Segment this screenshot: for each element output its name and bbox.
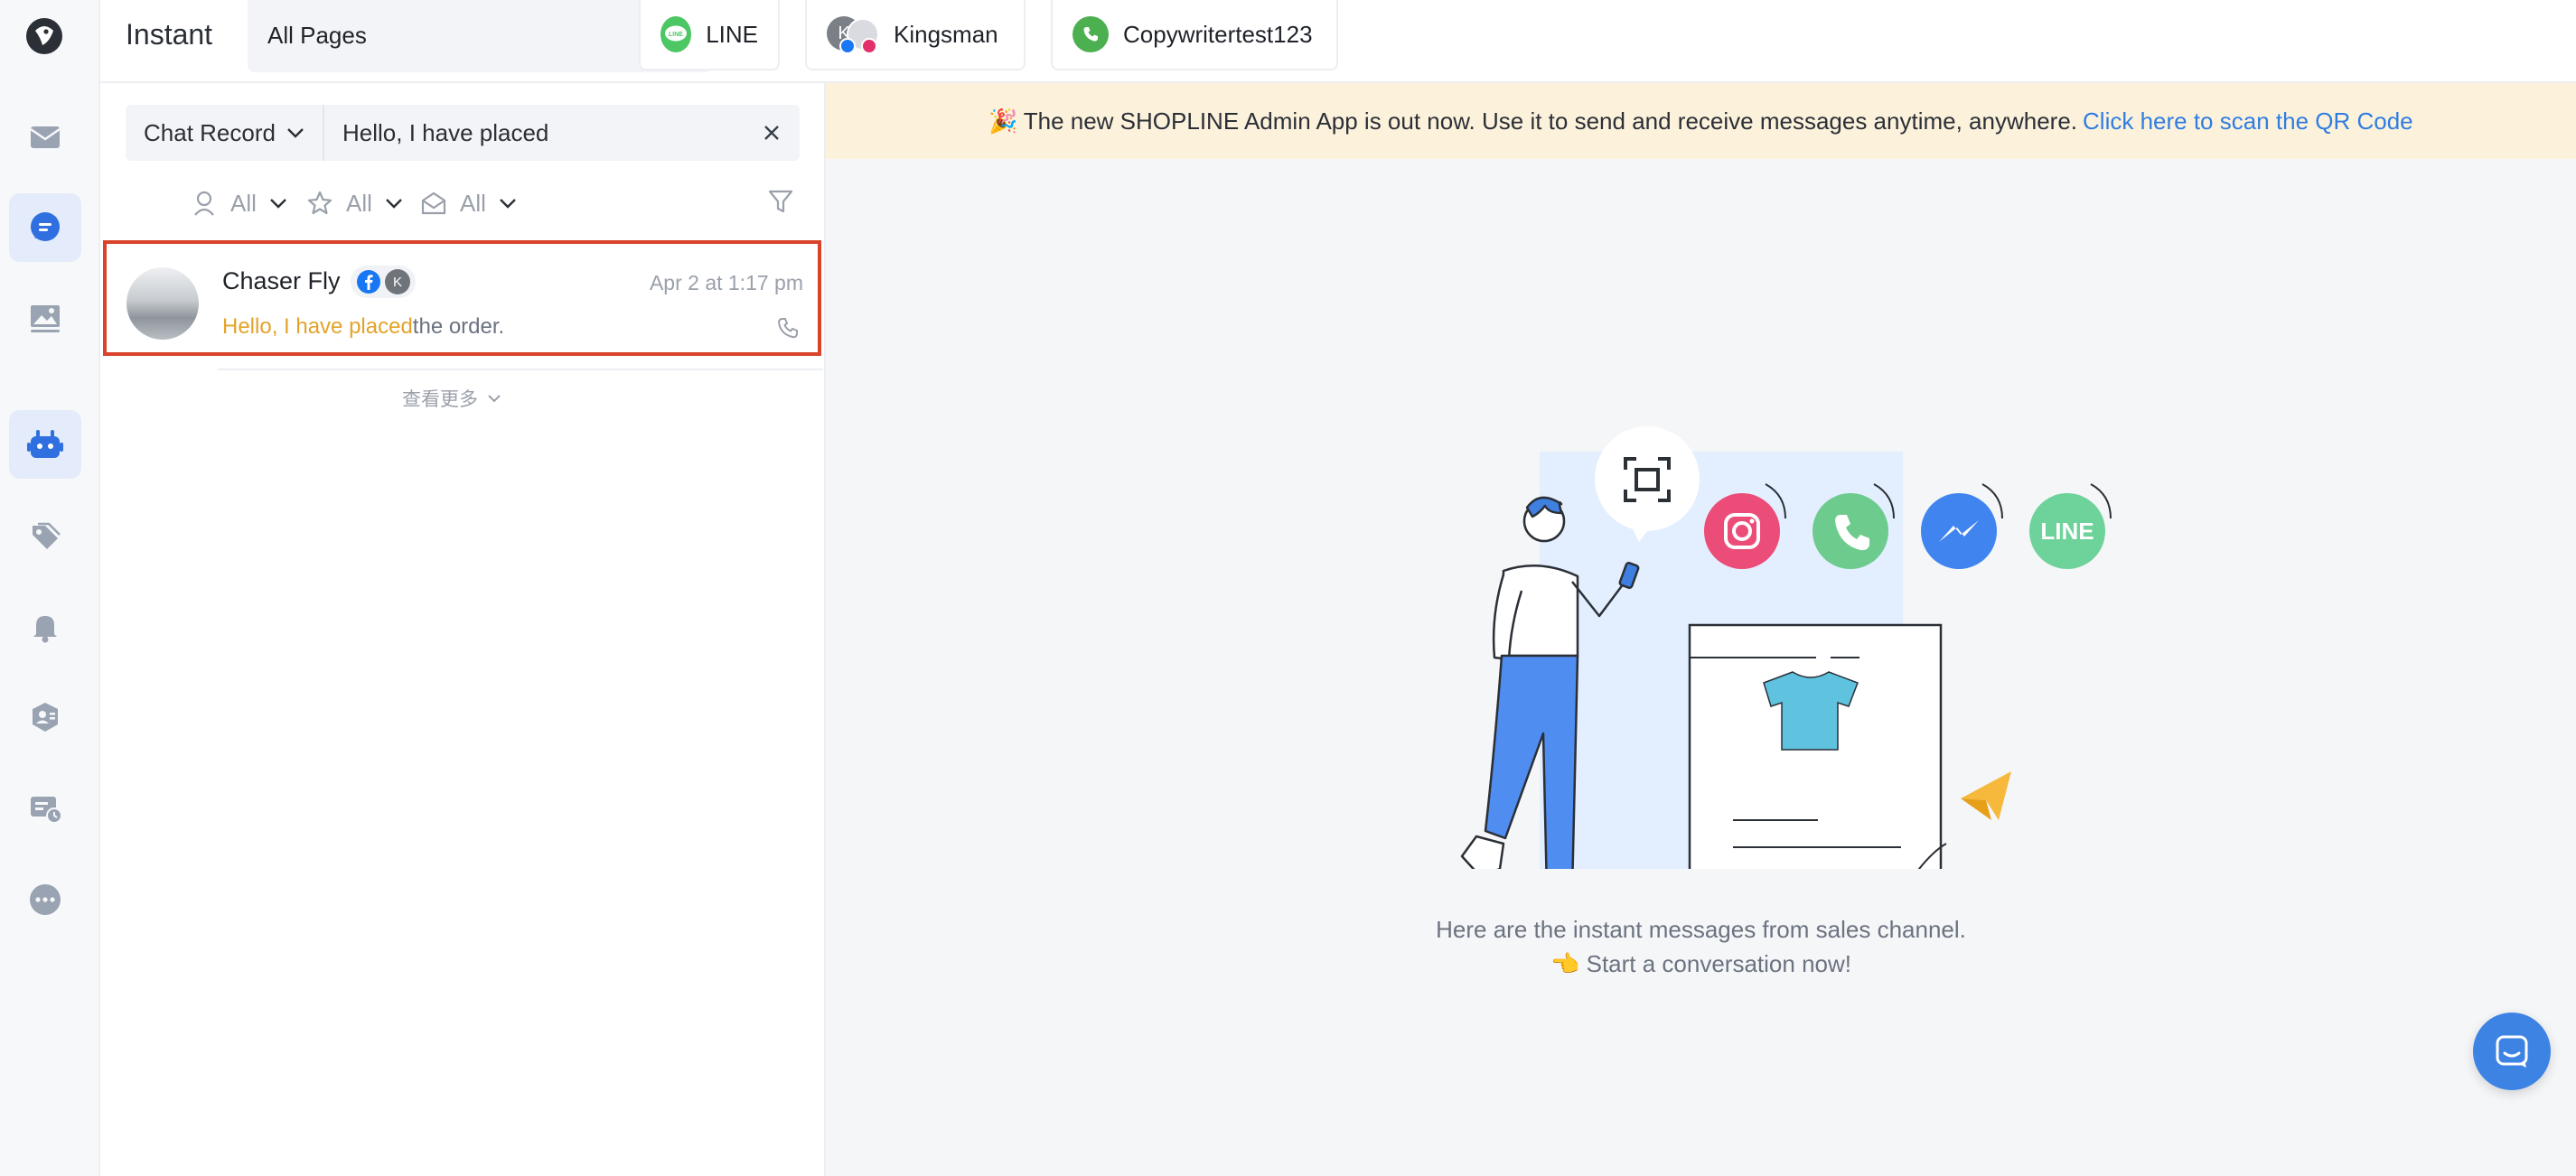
app-title: Instant — [126, 18, 213, 51]
more-icon — [30, 884, 61, 915]
preview-rest: the order. — [412, 314, 505, 339]
avatar: K — [827, 16, 879, 54]
instagram-icon — [861, 38, 877, 54]
search-type-dropdown[interactable]: Chat Record — [126, 105, 324, 161]
filter-icon[interactable] — [767, 188, 794, 215]
chevron-down-icon — [500, 199, 516, 209]
chevron-down-icon — [287, 128, 304, 138]
channel-tab-label: Copywritertest123 — [1123, 20, 1313, 48]
channel-tab-label: Kingsman — [894, 20, 998, 48]
chevron-down-icon — [270, 199, 286, 209]
bot-icon — [27, 430, 63, 458]
star-icon — [307, 191, 333, 215]
conversation-channel-badges: K — [351, 266, 416, 298]
conversation-preview: Hello, I have placedthe order. — [222, 314, 504, 340]
rail-bot[interactable] — [9, 410, 81, 479]
chevron-down-icon — [386, 199, 402, 209]
channel-tab-copywritertest123[interactable]: Copywritertest123 — [1051, 0, 1338, 70]
empty-state-line1: Here are the instant messages from sales… — [1436, 916, 1966, 943]
user-shield-icon — [33, 703, 58, 732]
filter-status[interactable]: All — [420, 181, 517, 226]
search-type-label: Chat Record — [144, 118, 276, 146]
pointing-hand-icon: 👈 — [1550, 950, 1580, 977]
filter-starred-label: All — [346, 189, 372, 217]
facebook-icon — [357, 270, 380, 294]
banner-qr-link[interactable]: Click here to scan the QR Code — [2083, 107, 2413, 135]
conversation-name: Chaser Fly — [222, 267, 341, 294]
speech-bubble — [1595, 426, 1700, 531]
top-header: Instant All Pages LINE LINE K Kingsman C… — [100, 0, 2576, 83]
phone-icon — [777, 318, 798, 339]
list-divider — [218, 369, 823, 370]
party-icon: 🎉 — [988, 107, 1018, 135]
load-more-button[interactable]: 查看更多 — [402, 385, 501, 412]
broadcast-icon — [31, 797, 62, 824]
rail-notifications[interactable] — [9, 593, 81, 661]
empty-state-line2-text: Start a conversation now! — [1586, 950, 1851, 977]
whatsapp-icon — [1073, 16, 1109, 52]
chat-bubble-icon — [2496, 1035, 2528, 1068]
rail-broadcast[interactable] — [9, 773, 81, 842]
close-icon[interactable] — [758, 119, 785, 146]
filter-assignee-label: All — [230, 189, 257, 217]
empty-state-line2: 👈 Start a conversation now! — [826, 950, 2576, 978]
banner-text: The new SHOPLINE Admin App is out now. U… — [1023, 107, 2078, 135]
line-bubble-label: LINE — [2040, 518, 2094, 545]
rail-contacts[interactable] — [9, 683, 81, 751]
support-chat-button[interactable] — [2473, 1013, 2551, 1090]
messenger-icon — [1921, 483, 2003, 569]
load-more-label: 查看更多 — [402, 389, 478, 410]
facebook-icon — [839, 38, 856, 54]
conversation-time: Apr 2 at 1:17 pm — [649, 271, 803, 294]
inbox-icon — [30, 126, 61, 148]
rail-chat[interactable] — [9, 193, 81, 262]
left-rail — [0, 0, 100, 1176]
svg-text:LINE: LINE — [669, 32, 683, 38]
main-content: 🎉 The new SHOPLINE Admin App is out now.… — [826, 83, 2576, 1176]
rail-inbox[interactable] — [9, 103, 81, 172]
line-icon: LINE — [2029, 483, 2112, 569]
image-icon — [31, 305, 60, 332]
app-logo-icon[interactable] — [23, 14, 66, 58]
filter-starred[interactable]: All — [306, 181, 403, 226]
announcement-banner: 🎉 The new SHOPLINE Admin App is out now.… — [826, 83, 2576, 159]
empty-state-illustration: LINE — [1460, 426, 2112, 869]
page-selector-label: All Pages — [267, 22, 367, 49]
conversation-item[interactable]: Chaser Fly K Apr 2 at 1:17 pm Hello, I h… — [103, 240, 821, 356]
mail-open-icon — [421, 191, 446, 215]
channel-tab-kingsman[interactable]: K Kingsman — [805, 0, 1026, 70]
tag-icon — [33, 522, 61, 549]
filter-status-label: All — [460, 189, 486, 217]
filter-assignee[interactable]: All — [192, 181, 287, 226]
conversation-panel: Chat Record All All All Chaser Fly — [100, 83, 826, 1176]
chevron-down-icon — [488, 395, 501, 403]
rail-media[interactable] — [9, 284, 81, 352]
channel-tab-line[interactable]: LINE LINE — [639, 0, 780, 70]
chat-icon — [31, 212, 60, 241]
preview-highlight: Hello, I have placed — [222, 314, 413, 339]
avatar — [126, 267, 199, 340]
rail-more[interactable] — [9, 865, 81, 934]
search-input[interactable] — [326, 105, 751, 161]
rail-tags[interactable] — [9, 502, 81, 571]
bell-icon — [33, 616, 57, 643]
line-icon: LINE — [660, 16, 692, 52]
search-bar: Chat Record — [126, 105, 800, 161]
channel-tab-label: LINE — [706, 20, 758, 48]
user-icon — [194, 191, 214, 216]
filter-bar: All All All — [126, 181, 800, 226]
avatar-initial: K — [385, 269, 410, 294]
